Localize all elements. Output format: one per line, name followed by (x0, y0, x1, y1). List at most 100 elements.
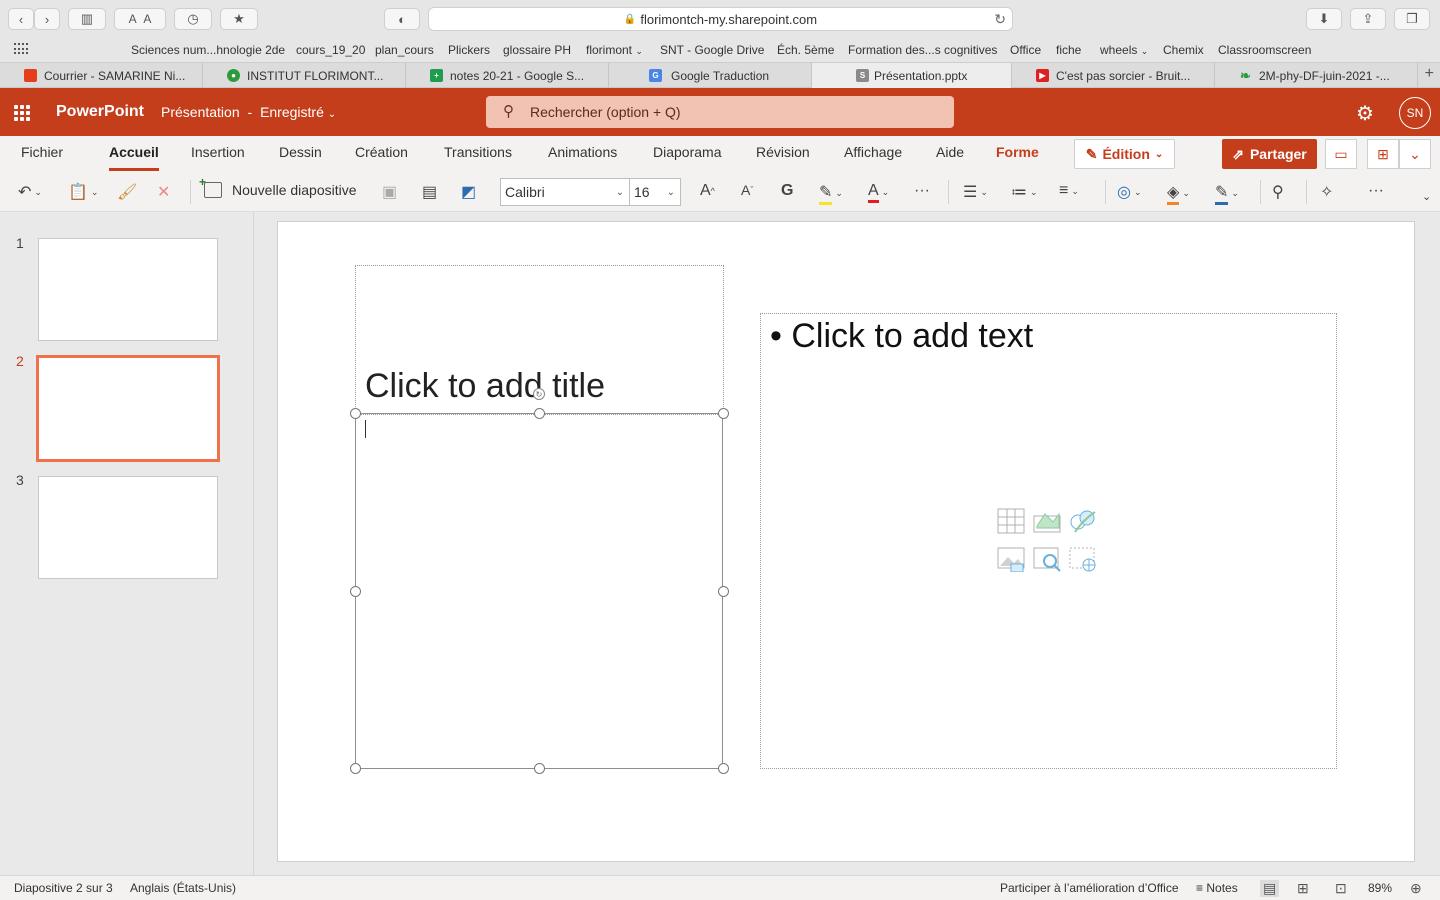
language-status[interactable]: Anglais (États-Unis) (130, 881, 236, 895)
bookmark-item[interactable]: glossaire PH (503, 43, 571, 57)
rotate-handle-icon[interactable]: ↻ (533, 388, 545, 400)
browser-tab[interactable]: ● INSTITUT FLORIMONT... (203, 63, 406, 88)
browser-tab[interactable]: + notes 20-21 - Google S... (406, 63, 609, 88)
insert-video-icon[interactable] (1069, 546, 1097, 572)
share-button[interactable]: ⇗ Partager (1222, 139, 1317, 169)
resize-handle[interactable] (718, 763, 729, 774)
apps-grid-icon[interactable] (14, 43, 30, 55)
resize-handle[interactable] (350, 586, 361, 597)
bookmark-item[interactable]: Classroomscreen (1218, 43, 1311, 57)
bookmark-item[interactable]: fiche (1056, 43, 1081, 57)
privacy-shield-icon[interactable]: ◐ (384, 8, 420, 30)
document-title[interactable]: Présentation - Enregistré ⌄ (161, 104, 336, 120)
avatar[interactable]: SN (1399, 97, 1431, 129)
bookmark-item[interactable]: plan_cours (375, 43, 434, 57)
resize-handle[interactable] (718, 408, 729, 419)
resize-handle[interactable] (534, 408, 545, 419)
present-icon[interactable]: ⊞ (1367, 139, 1399, 169)
browser-tab[interactable]: ❧ 2M-phy-DF-juin-2021 -... (1215, 63, 1418, 88)
tab-fichier[interactable]: Fichier (21, 144, 63, 160)
feedback-link[interactable]: Participer à l’amélioration d’Office (1000, 881, 1179, 895)
resize-handle[interactable] (718, 586, 729, 597)
insert-chart-icon[interactable] (1033, 508, 1061, 534)
numbering-icon[interactable]: ≔ ⌄ (1011, 182, 1038, 202)
bold-icon[interactable]: G (781, 182, 793, 200)
zoom-level[interactable]: 89% (1368, 881, 1392, 895)
bookmark-item[interactable]: Formation des...s cognitives (848, 43, 997, 57)
browser-tab[interactable]: G Google Traduction (609, 63, 812, 88)
title-placeholder-text[interactable]: Click to add title (365, 367, 605, 406)
text-placeholder-selected[interactable] (355, 413, 723, 769)
shrink-font-icon[interactable]: Aˇ (741, 182, 753, 198)
back-button[interactable]: ‹ (8, 8, 34, 30)
tabs-overview-icon[interactable]: ❐ (1394, 8, 1430, 30)
find-icon[interactable]: ⚲ (1272, 182, 1284, 202)
resize-handle[interactable] (534, 763, 545, 774)
undo-icon[interactable]: ↶ ⌄ (18, 182, 42, 202)
more-options-icon[interactable]: ··· (1368, 182, 1384, 200)
bookmark-item[interactable]: Office (1010, 43, 1041, 57)
slide-sorter-icon[interactable]: ⊞ (1297, 880, 1309, 897)
browser-tab[interactable]: Courrier - SAMARINE Ni... (0, 63, 203, 88)
slide-thumbnail[interactable] (38, 238, 218, 341)
insert-picture-icon[interactable] (997, 546, 1025, 572)
bookmark-item[interactable]: Éch. 5ème (777, 43, 834, 57)
search-input[interactable]: ⚲ Rechercher (option + Q) (486, 96, 954, 128)
history-icon[interactable]: ◷ (174, 8, 212, 30)
bookmark-star-icon[interactable]: ★ (220, 8, 258, 30)
fit-slide-icon[interactable]: ⊕ (1410, 880, 1422, 897)
browser-tab[interactable]: ▶ C'est pas sorcier - Bruit... (1012, 63, 1215, 88)
forward-button[interactable]: › (34, 8, 60, 30)
tab-animations[interactable]: Animations (548, 144, 617, 160)
tab-diaporama[interactable]: Diaporama (653, 144, 721, 160)
notes-button[interactable]: ≡ Notes (1196, 881, 1238, 895)
paste-icon[interactable]: 📋 ⌄ (68, 182, 98, 202)
bookmark-item[interactable]: cours_19_20 (296, 43, 365, 57)
reuse-slide-icon[interactable]: ▣ (382, 182, 397, 202)
normal-view-icon[interactable]: ▤ (1260, 880, 1280, 897)
bookmark-item[interactable]: Plickers (448, 43, 490, 57)
resize-handle[interactable] (350, 408, 361, 419)
content-placeholder-text[interactable]: • Click to add text (770, 317, 1033, 356)
bookmark-item[interactable]: Chemix (1163, 43, 1204, 57)
text-size-button[interactable]: A A (114, 8, 166, 30)
sidebar-toggle-icon[interactable]: ▥ (68, 8, 106, 30)
tab-dessin[interactable]: Dessin (279, 144, 322, 160)
slide-thumbnail[interactable] (38, 476, 218, 579)
tab-affichage[interactable]: Affichage (844, 144, 902, 160)
reading-view-icon[interactable]: ⊡ (1335, 880, 1347, 897)
tab-aide[interactable]: Aide (936, 144, 964, 160)
bullets-icon[interactable]: ☰ ⌄ (963, 182, 988, 202)
comments-icon[interactable]: ▭ (1325, 139, 1357, 169)
grow-font-icon[interactable]: A ^ (700, 182, 715, 200)
font-name-select[interactable]: Calibri ⌄ (500, 178, 630, 206)
address-bar[interactable]: 🔒 florimontch-my.sharepoint.com ↻ (428, 7, 1013, 31)
new-tab-icon[interactable]: + (1425, 65, 1434, 83)
downloads-icon[interactable]: ⬇ (1306, 8, 1342, 30)
app-launcher-icon[interactable] (14, 105, 30, 121)
share-icon[interactable]: ⇪ (1350, 8, 1386, 30)
new-slide-button[interactable]: Nouvelle diapositive (199, 175, 357, 198)
tab-accueil[interactable]: Accueil (109, 144, 159, 171)
align-icon[interactable]: ≡ ⌄ (1059, 182, 1079, 200)
tab-transitions[interactable]: Transitions (444, 144, 512, 160)
tab-insertion[interactable]: Insertion (191, 144, 245, 160)
edition-button[interactable]: ✎ Édition ⌄ (1074, 139, 1175, 169)
resize-handle[interactable] (350, 763, 361, 774)
delete-icon[interactable]: ✕ (157, 182, 170, 202)
shape-outline-icon[interactable]: ✎ ⌄ (1215, 182, 1239, 205)
app-name[interactable]: PowerPoint (56, 103, 144, 121)
insert-smartart-icon[interactable] (1069, 508, 1097, 534)
tab-revision[interactable]: Révision (756, 144, 810, 160)
bookmark-item[interactable]: Sciences num...hnologie 2de (131, 43, 285, 57)
background-icon[interactable]: ◩ (461, 182, 476, 202)
bookmark-item[interactable]: SNT - Google Drive (660, 43, 764, 57)
designer-icon[interactable]: ✧ (1320, 182, 1333, 202)
font-color-icon[interactable]: A ⌄ (868, 182, 889, 203)
slide-thumbnail-active[interactable] (36, 355, 220, 462)
more-icon[interactable]: ··· (914, 182, 930, 200)
bookmark-folder[interactable]: florimont ⌄ (586, 43, 643, 57)
layout-icon[interactable]: ▤ (422, 182, 437, 202)
browser-tab-active[interactable]: S Présentation.pptx (812, 63, 1012, 88)
shape-fill-icon[interactable]: ◈ ⌄ (1167, 182, 1190, 205)
